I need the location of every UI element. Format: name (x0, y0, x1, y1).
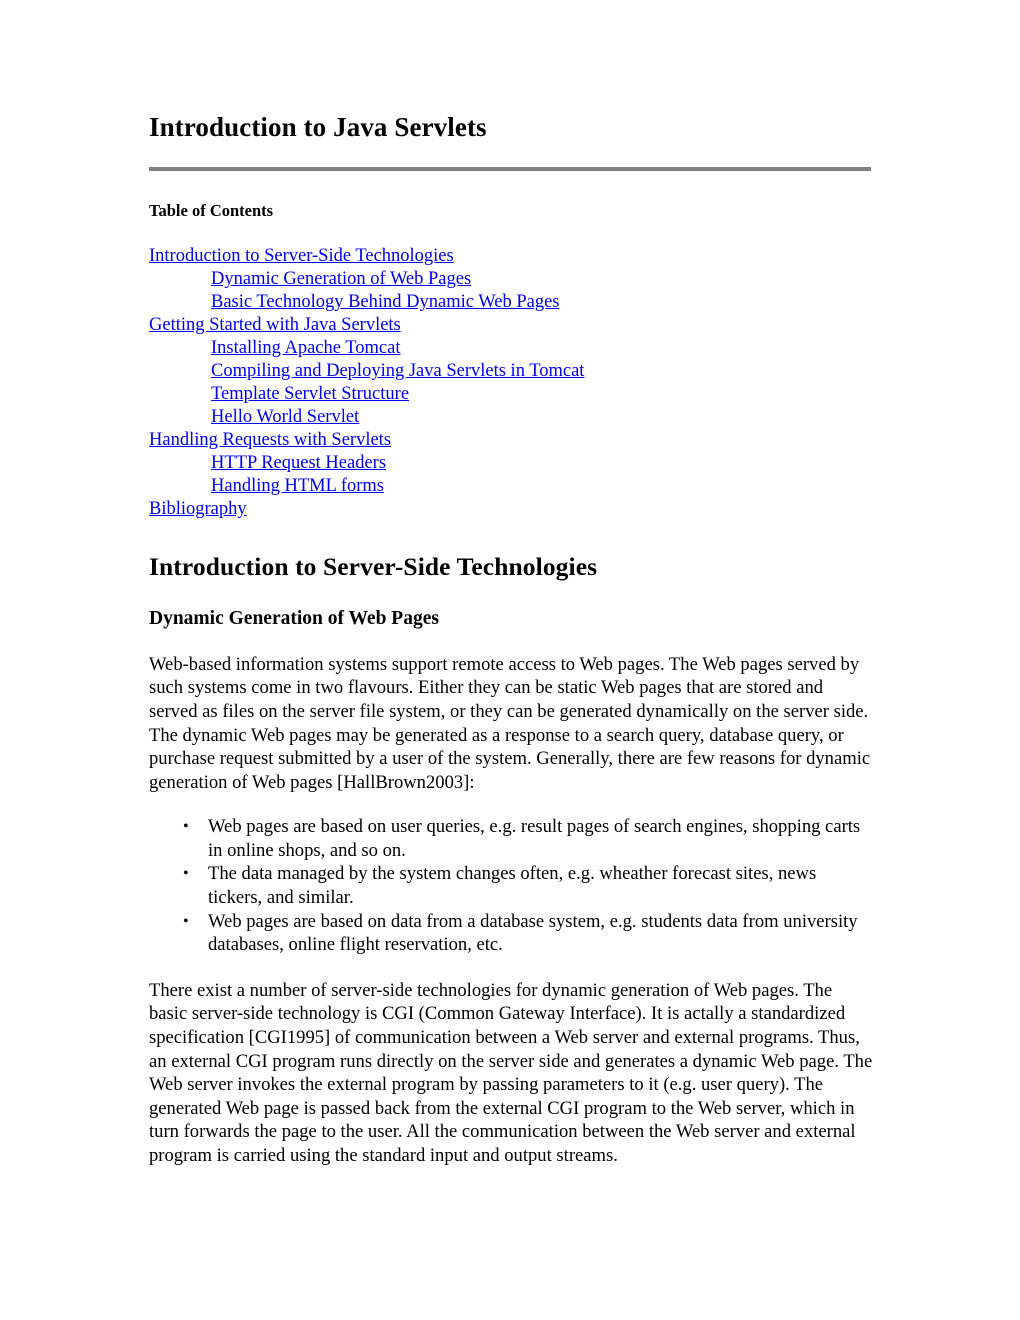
list-item-text: Web pages are based on user queries, e.g… (208, 816, 861, 861)
toc-item: Bibliography (149, 498, 871, 521)
toc-link[interactable]: Handling Requests with Servlets (149, 430, 391, 450)
list-item: • Web pages are based on user queries, e.… (149, 815, 873, 862)
toc-item: Basic Technology Behind Dynamic Web Page… (149, 291, 871, 314)
toc-link[interactable]: Basic Technology Behind Dynamic Web Page… (211, 292, 559, 312)
toc-link[interactable]: HTTP Request Headers (211, 453, 386, 473)
table-of-contents-heading: Table of Contents (149, 201, 274, 221)
toc-link[interactable]: Compiling and Deploying Java Servlets in… (211, 361, 584, 381)
toc-link[interactable]: Template Servlet Structure (211, 384, 409, 404)
toc-link[interactable]: Hello World Servlet (211, 407, 359, 427)
list-item-text: The data managed by the system changes o… (208, 863, 817, 909)
section-heading: Introduction to Server-Side Technologies (149, 552, 598, 582)
reasons-bullet-list: • Web pages are based on user queries, e.… (149, 815, 873, 957)
toc-item: Compiling and Deploying Java Servlets in… (149, 360, 871, 383)
list-item: • Web pages are based on data from a data… (149, 910, 873, 957)
toc-item: Handling Requests with Servlets (149, 429, 871, 452)
paragraph-cgi: There exist a number of server-side tech… (149, 979, 873, 1167)
toc-item: Installing Apache Tomcat (149, 337, 871, 360)
subsection-heading: Dynamic Generation of Web Pages (149, 608, 439, 630)
toc-item: Template Servlet Structure (149, 383, 871, 406)
toc-item: HTTP Request Headers (149, 452, 871, 475)
toc-link[interactable]: Installing Apache Tomcat (211, 338, 400, 358)
list-item-text: Web pages are based on data from a datab… (208, 910, 858, 956)
bullet-icon: • (183, 818, 189, 836)
page-title: Introduction to Java Servlets (149, 112, 487, 142)
toc-link[interactable]: Handling HTML forms (211, 476, 384, 496)
toc-item: Handling HTML forms (149, 475, 871, 498)
title-divider (149, 167, 871, 172)
list-item: • The data managed by the system changes … (149, 862, 873, 909)
bullet-icon: • (183, 912, 189, 930)
toc-link[interactable]: Dynamic Generation of Web Pages (211, 269, 471, 289)
toc-link[interactable]: Getting Started with Java Servlets (149, 315, 401, 335)
toc-item: Introduction to Server-Side Technologies (149, 245, 871, 268)
toc-item: Hello World Servlet (149, 406, 871, 429)
toc-item: Dynamic Generation of Web Pages (149, 268, 871, 291)
toc-link[interactable]: Introduction to Server-Side Technologies (149, 246, 454, 266)
document-page: Introduction to Java Servlets Table of C… (0, 0, 1020, 1320)
bullet-icon: • (183, 865, 189, 883)
toc-item: Getting Started with Java Servlets (149, 314, 871, 337)
paragraph-intro: Web-based information systems support re… (149, 653, 871, 793)
toc-link[interactable]: Bibliography (149, 499, 247, 519)
table-of-contents: Introduction to Server-Side Technologies… (149, 245, 871, 521)
